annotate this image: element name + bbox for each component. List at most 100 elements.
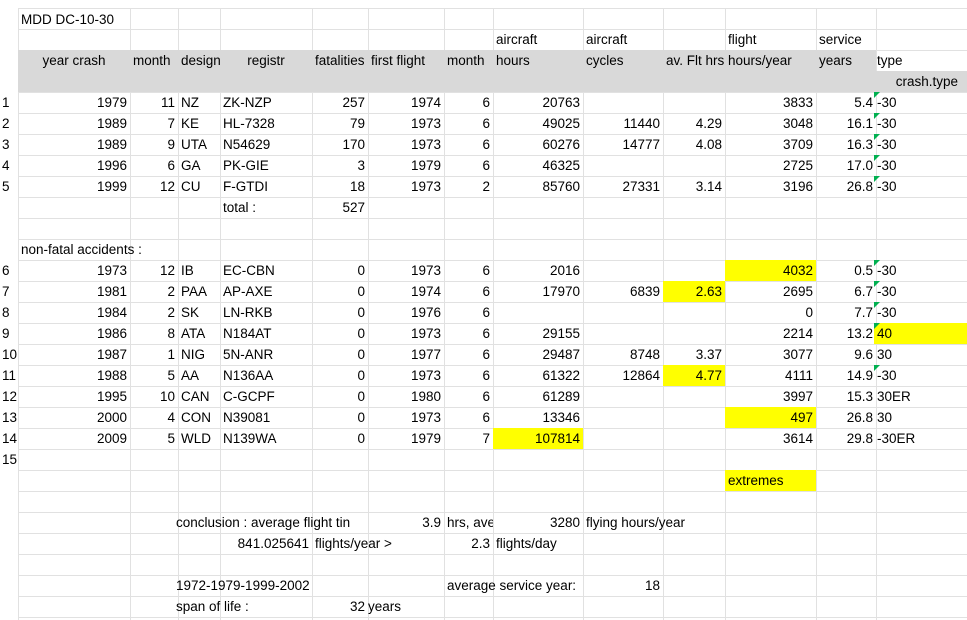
fatal-row-5-hy[interactable]: 3196 [725,176,816,197]
fatal-row-4-avf[interactable] [663,155,725,176]
nonfatal-row-1-month[interactable]: 12 [130,260,178,281]
fatal-row-4-des[interactable]: GA [178,155,220,176]
header-flight-top[interactable]: flight [725,29,815,50]
span-value[interactable]: 32 [312,596,368,617]
header-hours-year[interactable]: hours/year [725,50,816,71]
nonfatal-row-7-hrs[interactable]: 61289 [493,386,583,407]
header-crash-type[interactable]: crash.type [876,71,961,92]
fatal-row-3-avf[interactable]: 4.08 [663,134,725,155]
nonfatal-row-9-month[interactable]: 5 [130,428,178,449]
nonfatal-row-2-hrs[interactable]: 17970 [493,281,583,302]
header-years[interactable]: years [816,50,876,71]
nonfatal-row-8-avf[interactable] [663,407,725,428]
nonfatal-label[interactable]: non-fatal accidents : [18,239,218,260]
nonfatal-row-7-hy[interactable]: 3997 [725,386,816,407]
nonfatal-row-8-hy[interactable]: 497 [725,407,816,428]
nonfatal-row-9-yrs[interactable]: 29.8 [816,428,876,449]
nonfatal-row-6-hy[interactable]: 4111 [725,365,816,386]
fatal-row-5-month[interactable]: 12 [130,176,178,197]
fatal-row-4-cyc[interactable] [583,155,663,176]
nonfatal-row-1-cyc[interactable] [583,260,663,281]
nonfatal-row-2-des[interactable]: PAA [178,281,220,302]
nonfatal-row-4-des[interactable]: ATA [178,323,220,344]
fatal-row-2-avf[interactable]: 4.29 [663,113,725,134]
nonfatal-row-2-cyc[interactable]: 6839 [583,281,663,302]
nonfatal-row-8-reg[interactable]: N39081 [220,407,312,428]
nonfatal-row-3-year[interactable]: 1984 [18,302,130,323]
nonfatal-row-9-ff[interactable]: 1979 [368,428,444,449]
avg-hours-year[interactable]: 3280 [493,512,583,533]
fatal-row-1-avf[interactable] [663,92,725,113]
nonfatal-row-1-hy[interactable]: 4032 [725,260,816,281]
nonfatal-row-3-yrs[interactable]: 7.7 [816,302,876,323]
header-cycles[interactable]: cycles [583,50,663,71]
nonfatal-row-5-yrs[interactable]: 9.6 [816,344,876,365]
nonfatal-row-8-yrs[interactable]: 26.8 [816,407,876,428]
total-value[interactable]: 527 [312,197,368,218]
fatal-row-1-yrs[interactable]: 5.4 [816,92,876,113]
flights-day-label[interactable]: flights/day [493,533,583,554]
fatal-row-1-ff[interactable]: 1974 [368,92,444,113]
nonfatal-row-6-yrs[interactable]: 14.9 [816,365,876,386]
nonfatal-row-8-des[interactable]: CON [178,407,220,428]
nonfatal-row-7-ffm[interactable]: 6 [444,386,493,407]
nonfatal-row-8-month[interactable]: 4 [130,407,178,428]
avg-service-label[interactable]: average service year: [444,575,583,596]
nonfatal-row-2-ff[interactable]: 1974 [368,281,444,302]
header-service-top[interactable]: service [816,29,876,50]
nonfatal-row-7-type[interactable]: 30ER [874,386,967,407]
nonfatal-row-3-reg[interactable]: LN-RKB [220,302,312,323]
nonfatal-row-4-year[interactable]: 1986 [18,323,130,344]
fatal-row-5-hrs[interactable]: 85760 [493,176,583,197]
nonfatal-row-7-ff[interactable]: 1980 [368,386,444,407]
nonfatal-row-6-ff[interactable]: 1973 [368,365,444,386]
nonfatal-row-1-ff[interactable]: 1973 [368,260,444,281]
nonfatal-row-4-ff[interactable]: 1973 [368,323,444,344]
fatal-row-4-yrs[interactable]: 17.0 [816,155,876,176]
nonfatal-row-1-ffm[interactable]: 6 [444,260,493,281]
nonfatal-row-6-cyc[interactable]: 12864 [583,365,663,386]
nonfatal-row-9-cyc[interactable] [583,428,663,449]
fatal-row-1-reg[interactable]: ZK-NZP [220,92,312,113]
nonfatal-row-6-year[interactable]: 1988 [18,365,130,386]
fatal-row-3-ff[interactable]: 1973 [368,134,444,155]
nonfatal-row-1-hrs[interactable]: 2016 [493,260,583,281]
nonfatal-row-1-reg[interactable]: EC-CBN [220,260,312,281]
fatal-row-1-year[interactable]: 1979 [18,92,130,113]
hrs-ave-label[interactable]: hrs, ave [444,512,493,533]
conclusion-label[interactable]: conclusion : average flight tin [173,512,368,533]
header-first-flight[interactable]: first flight [368,50,444,71]
fatal-row-1-hrs[interactable]: 20763 [493,92,583,113]
nonfatal-row-8-year[interactable]: 2000 [18,407,130,428]
nonfatal-row-9-hrs[interactable]: 107814 [493,428,583,449]
fatal-row-1-ffm[interactable]: 6 [444,92,493,113]
nonfatal-row-4-hrs[interactable]: 29155 [493,323,583,344]
fatal-row-2-ffm[interactable]: 6 [444,113,493,134]
nonfatal-row-6-hrs[interactable]: 61322 [493,365,583,386]
fatal-row-5-fat[interactable]: 18 [312,176,368,197]
fatal-row-3-month[interactable]: 9 [130,134,178,155]
nonfatal-row-5-cyc[interactable]: 8748 [583,344,663,365]
fatal-row-3-hrs[interactable]: 60276 [493,134,583,155]
nonfatal-row-3-month[interactable]: 2 [130,302,178,323]
nonfatal-row-9-hy[interactable]: 3614 [725,428,816,449]
fatal-row-5-year[interactable]: 1999 [18,176,130,197]
nonfatal-row-7-des[interactable]: CAN [178,386,220,407]
fatal-row-4-hrs[interactable]: 46325 [493,155,583,176]
nonfatal-row-5-avf[interactable]: 3.37 [663,344,725,365]
header-fatalities[interactable]: fatalities [312,50,368,71]
fatal-row-3-yrs[interactable]: 16.3 [816,134,876,155]
header-registr[interactable]: registr [220,50,312,71]
flying-hours-label[interactable]: flying hours/year [583,512,723,533]
nonfatal-row-6-reg[interactable]: N136AA [220,365,312,386]
fatal-row-4-reg[interactable]: PK-GIE [220,155,312,176]
fatal-row-3-type[interactable]: -30 [874,134,967,155]
nonfatal-row-5-year[interactable]: 1987 [18,344,130,365]
fatal-row-2-des[interactable]: KE [178,113,220,134]
nonfatal-row-8-cyc[interactable] [583,407,663,428]
nonfatal-row-6-avf[interactable]: 4.77 [663,365,725,386]
fatal-row-4-hy[interactable]: 2725 [725,155,816,176]
nonfatal-row-3-hrs[interactable] [493,302,583,323]
avg-service-value[interactable]: 18 [583,575,663,596]
nonfatal-row-3-ff[interactable]: 1976 [368,302,444,323]
